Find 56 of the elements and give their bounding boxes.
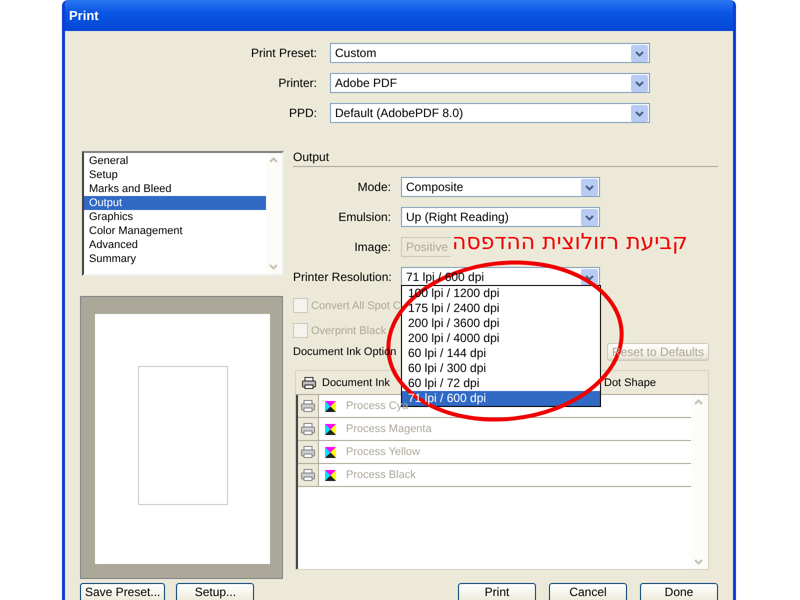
dropdown[interactable]: Default (AdobePDF 8.0): [330, 103, 650, 123]
dropdown-option[interactable]: 200 lpi / 3600 dpi: [402, 316, 600, 331]
checkbox-label: Overprint Black: [311, 324, 386, 336]
dropdown-option[interactable]: 60 lpi / 72 dpi: [402, 376, 600, 391]
annotation-label: קביעת רזולוצית ההדפסה: [452, 230, 688, 255]
category-item[interactable]: General: [84, 154, 266, 168]
dropdown-option[interactable]: 60 lpi / 300 dpi: [402, 361, 600, 376]
dialog-button[interactable]: Print: [458, 583, 536, 600]
category-item[interactable]: Marks and Bleed: [84, 182, 266, 196]
dropdown[interactable]: Composite: [401, 177, 600, 197]
category-item[interactable]: Graphics: [84, 210, 266, 224]
checkbox-label: Convert All Spot C: [311, 300, 401, 312]
dialog-button[interactable]: Save Preset...: [80, 583, 166, 600]
printer-icon[interactable]: [300, 399, 316, 413]
category-item[interactable]: Output: [84, 196, 266, 210]
dropdown[interactable]: Adobe PDF: [330, 73, 650, 93]
category-item[interactable]: Color Management: [84, 224, 266, 238]
dialog-button[interactable]: Setup...: [176, 583, 254, 600]
scrollbar[interactable]: [266, 153, 282, 274]
ink-name: Process Black: [346, 469, 416, 481]
ink-name: Process Yellow: [346, 446, 420, 458]
ink-name: Process Magenta: [346, 423, 432, 435]
field-label: Emulsion:: [337, 210, 391, 224]
printer-icon[interactable]: [300, 468, 316, 482]
field-label: Printer Resolution:: [293, 270, 391, 284]
dropdown[interactable]: Up (Right Reading): [401, 207, 600, 227]
swatch-icon: [325, 424, 336, 434]
category-item[interactable]: Advanced: [84, 238, 266, 252]
chevron-down-icon: [581, 178, 598, 196]
chevron-down-icon: [631, 104, 648, 122]
dialog-button[interactable]: Done: [640, 583, 718, 600]
category-item[interactable]: Summary: [84, 252, 266, 266]
swatch-icon: [325, 446, 336, 458]
chevron-down-icon: [581, 208, 598, 226]
field-label: Printer:: [277, 76, 317, 90]
section-heading: Output: [293, 151, 718, 167]
field-label: Print Preset:: [250, 46, 317, 60]
printer-icon[interactable]: [300, 445, 316, 459]
printer-icon[interactable]: [300, 422, 316, 436]
printer-icon: [302, 376, 316, 388]
dropdown-option[interactable]: 175 lpi / 2400 dpi: [402, 301, 600, 316]
category-item[interactable]: Setup: [84, 168, 266, 182]
field-label: Image:: [353, 240, 391, 254]
dropdown-option[interactable]: 200 lpi / 4000 dpi: [402, 331, 600, 346]
chevron-down-icon: [631, 44, 648, 62]
scrollbar[interactable]: [691, 395, 708, 569]
field-label: Mode:: [356, 180, 391, 194]
window-title: Print: [69, 8, 99, 23]
swatch-icon: [325, 470, 336, 480]
dropdown-option[interactable]: 60 lpi / 144 dpi: [402, 346, 600, 361]
column-header[interactable]: Dot Shape: [604, 376, 656, 388]
dialog-button[interactable]: Cancel: [549, 583, 627, 600]
dropdown[interactable]: Custom: [330, 43, 650, 63]
field-label: PPD:: [288, 106, 317, 120]
chevron-down-icon: [631, 74, 648, 92]
swatch-icon: [325, 400, 336, 412]
